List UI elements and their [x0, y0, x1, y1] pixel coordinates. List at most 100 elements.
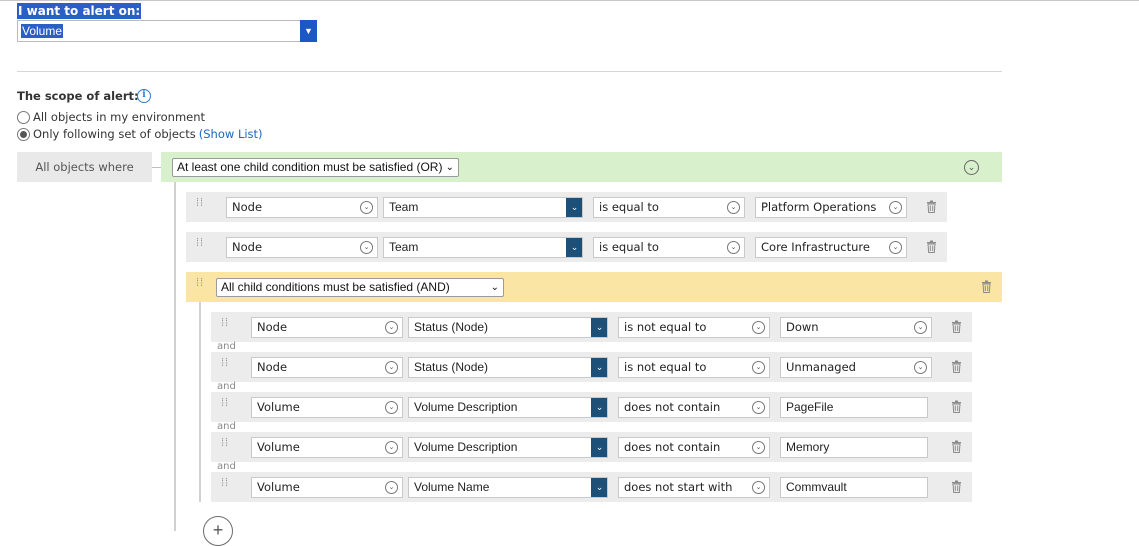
- operator-select[interactable]: does not contain ⌄: [618, 437, 770, 458]
- drag-handle-icon[interactable]: ⁞⁞: [221, 358, 229, 374]
- property-select[interactable]: Volume Description ⌄: [408, 397, 608, 418]
- or-group-operator-select[interactable]: At least one child condition must be sat…: [172, 158, 459, 177]
- chevron-down-icon: ⌄: [360, 241, 373, 254]
- trash-icon[interactable]: [951, 440, 962, 453]
- chevron-down-icon: ⌄: [566, 238, 582, 257]
- chevron-down-icon: ⌄: [591, 318, 607, 337]
- value-input[interactable]: Memory: [780, 437, 928, 458]
- chevron-down-icon[interactable]: ▼: [300, 20, 317, 42]
- drag-handle-icon[interactable]: ⁞⁞: [196, 238, 204, 254]
- radio-all-objects[interactable]: [17, 110, 30, 124]
- scope-option-label: All objects in my environment: [33, 110, 206, 124]
- property-value: Team: [389, 200, 419, 214]
- object-select[interactable]: Volume ⌄: [251, 477, 403, 498]
- operator-select[interactable]: is not equal to ⌄: [618, 317, 770, 338]
- alert-on-select[interactable]: Volume ▼: [17, 20, 317, 42]
- property-select[interactable]: Status (Node) ⌄: [408, 357, 608, 378]
- condition-value: Core Infrastructure: [761, 240, 870, 254]
- property-select[interactable]: Status (Node) ⌄: [408, 317, 608, 338]
- operator-value: is equal to: [599, 200, 659, 214]
- and-group-operator-value: All child conditions must be satisfied (…: [221, 280, 450, 294]
- condition-row: ⁞⁞ Node ⌄ Team ⌄ is equal to ⌄ Platform Ope…: [186, 192, 947, 222]
- show-list-link[interactable]: (Show List): [199, 127, 263, 141]
- property-select[interactable]: Team ⌄: [383, 197, 583, 218]
- object-select[interactable]: Node ⌄: [251, 357, 403, 378]
- add-condition-button[interactable]: +: [203, 516, 233, 546]
- scope-option-all[interactable]: All objects in my environment: [17, 110, 205, 124]
- condition-value: Down: [786, 320, 819, 334]
- info-icon[interactable]: i: [137, 89, 151, 103]
- operator-select[interactable]: is not equal to ⌄: [618, 357, 770, 378]
- object-value: Node: [257, 360, 288, 374]
- trash-icon[interactable]: [951, 360, 962, 373]
- value-select[interactable]: Unmanaged ⌄: [780, 357, 932, 378]
- alert-on-value: Volume: [21, 24, 64, 38]
- condition-row: ⁞⁞ Node ⌄ Status (Node) ⌄ is not equal to ⌄…: [211, 312, 972, 342]
- property-select[interactable]: Volume Description ⌄: [408, 437, 608, 458]
- chevron-down-icon: ⌄: [914, 321, 927, 334]
- trash-icon[interactable]: [951, 400, 962, 413]
- object-select[interactable]: Volume ⌄: [251, 397, 403, 418]
- trash-icon[interactable]: [951, 320, 962, 333]
- condition-value: Commvault: [786, 480, 847, 494]
- chevron-down-icon: ⌄: [445, 162, 454, 173]
- drag-handle-icon[interactable]: ⁞⁞: [221, 438, 229, 454]
- object-value: Volume: [257, 480, 300, 494]
- value-input[interactable]: PageFile: [780, 397, 928, 418]
- operator-value: is not equal to: [624, 320, 707, 334]
- collapse-icon[interactable]: ⌄: [964, 160, 979, 175]
- condition-value: PageFile: [786, 400, 834, 414]
- and-group-operator-select[interactable]: All child conditions must be satisfied (…: [216, 278, 504, 297]
- trash-icon[interactable]: [981, 280, 992, 293]
- scope-option-following[interactable]: Only following set of objects (Show List…: [17, 127, 263, 141]
- operator-value: does not start with: [624, 480, 733, 494]
- object-select[interactable]: Volume ⌄: [251, 437, 403, 458]
- condition-row: ⁞⁞ Node ⌄ Status (Node) ⌄ is not equal to ⌄…: [211, 352, 972, 382]
- operator-select[interactable]: does not contain ⌄: [618, 397, 770, 418]
- chevron-down-icon: ⌄: [385, 321, 398, 334]
- object-select[interactable]: Node ⌄: [251, 317, 403, 338]
- operator-select[interactable]: does not start with ⌄: [618, 477, 770, 498]
- object-select[interactable]: Node ⌄: [226, 237, 378, 258]
- tree-line: [174, 182, 176, 531]
- value-select[interactable]: Down ⌄: [780, 317, 932, 338]
- object-value: Node: [232, 200, 263, 214]
- property-select[interactable]: Team ⌄: [383, 237, 583, 258]
- value-select[interactable]: Platform Operations ⌄: [755, 197, 907, 218]
- condition-value: Platform Operations: [761, 200, 877, 214]
- trash-icon[interactable]: [951, 480, 962, 493]
- drag-handle-icon[interactable]: ⁞⁞: [221, 318, 229, 334]
- all-objects-where-label: All objects where: [17, 152, 152, 182]
- value-select[interactable]: Core Infrastructure ⌄: [755, 237, 907, 258]
- drag-handle-icon[interactable]: ⁞⁞: [221, 478, 229, 494]
- operator-select[interactable]: is equal to ⌄: [593, 237, 745, 258]
- chevron-down-icon: ⌄: [360, 201, 373, 214]
- chevron-down-icon: ⌄: [385, 401, 398, 414]
- condition-row: ⁞⁞ Volume ⌄ Volume Description ⌄ does not …: [211, 392, 972, 422]
- or-group-header: At least one child condition must be sat…: [161, 152, 1002, 182]
- and-group-header: ⁞⁞ All child conditions must be satisfie…: [186, 272, 1002, 302]
- condition-row: ⁞⁞ Volume ⌄ Volume Description ⌄ does not …: [211, 432, 972, 462]
- property-select[interactable]: Volume Name ⌄: [408, 477, 608, 498]
- trash-icon[interactable]: [926, 240, 937, 253]
- and-join-label: and: [217, 381, 236, 392]
- chevron-down-icon: ⌄: [752, 321, 765, 334]
- drag-handle-icon[interactable]: ⁞⁞: [196, 198, 204, 214]
- scope-label: The scope of alert:: [17, 89, 139, 103]
- chevron-down-icon: ⌄: [727, 201, 740, 214]
- chevron-down-icon: ⌄: [752, 441, 765, 454]
- radio-following-objects[interactable]: [17, 127, 30, 141]
- trash-icon[interactable]: [926, 200, 937, 213]
- chevron-down-icon: ⌄: [591, 438, 607, 457]
- condition-value: Unmanaged: [786, 360, 856, 374]
- chevron-down-icon: ⌄: [727, 241, 740, 254]
- object-select[interactable]: Node ⌄: [226, 197, 378, 218]
- chevron-down-icon: ⌄: [752, 401, 765, 414]
- drag-handle-icon[interactable]: ⁞⁞: [221, 398, 229, 414]
- drag-handle-icon[interactable]: ⁞⁞: [196, 278, 204, 294]
- value-input[interactable]: Commvault: [780, 477, 928, 498]
- operator-value: is equal to: [599, 240, 659, 254]
- property-value: Status (Node): [414, 320, 489, 334]
- chevron-down-icon: ⌄: [385, 481, 398, 494]
- operator-select[interactable]: is equal to ⌄: [593, 197, 745, 218]
